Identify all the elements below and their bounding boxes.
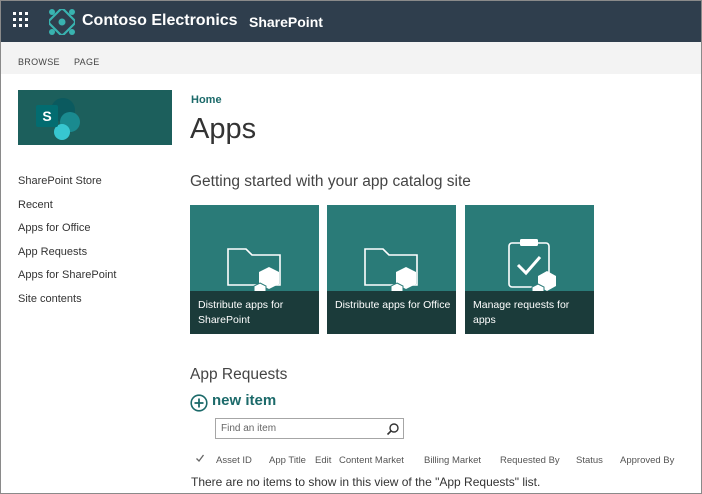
app-launcher-icon[interactable] [13, 12, 31, 30]
column-edit[interactable]: Edit [315, 455, 331, 466]
column-asset-id[interactable]: Asset ID [216, 455, 252, 466]
clipboard-check-icon [508, 239, 556, 291]
nav-item-site-contents[interactable]: Site contents [18, 293, 116, 317]
column-status[interactable]: Status [576, 455, 603, 466]
search-icon[interactable] [386, 422, 400, 436]
add-circle-icon [190, 394, 208, 412]
getting-started-heading: Getting started with your app catalog si… [190, 173, 471, 190]
suite-app-title[interactable]: SharePoint [249, 14, 323, 30]
tile-manage-requests[interactable]: Manage requests for apps [465, 205, 594, 334]
select-all-check-icon[interactable] [195, 453, 205, 463]
tile-label: Manage requests for apps [473, 299, 570, 326]
column-approved-by[interactable]: Approved By [620, 455, 674, 466]
tile-caption-band: Distribute apps for Office [327, 291, 456, 334]
app-requests-title: App Requests [190, 366, 288, 383]
nav-item-apps-for-office[interactable]: Apps for Office [18, 222, 116, 246]
folder-apps-icon [227, 248, 281, 291]
tile-distribute-sharepoint[interactable]: Distribute apps for SharePoint [190, 205, 319, 334]
breadcrumb-home[interactable]: Home [191, 94, 222, 106]
find-item-box [215, 418, 404, 439]
nav-item-apps-for-sharepoint[interactable]: Apps for SharePoint [18, 269, 116, 293]
column-requested-by[interactable]: Requested By [500, 455, 560, 466]
tile-caption-band: Distribute apps for SharePoint [190, 291, 319, 334]
tile-distribute-office[interactable]: Distribute apps for Office [327, 205, 456, 334]
page-title: Apps [190, 113, 257, 145]
nav-item-recent[interactable]: Recent [18, 199, 116, 223]
suite-bar: Contoso Electronics SharePoint [1, 1, 701, 42]
brand-name[interactable]: Contoso Electronics [82, 12, 238, 30]
nav-item-app-requests[interactable]: App Requests [18, 246, 116, 270]
brand-logo-icon [49, 9, 75, 35]
column-billing-market[interactable]: Billing Market [424, 455, 481, 466]
ribbon-tab-browse[interactable]: BROWSE [18, 57, 60, 67]
tile-label: Distribute apps for Office [335, 299, 451, 311]
new-item-label: new item [212, 392, 277, 409]
ribbon-tab-page[interactable]: PAGE [74, 57, 100, 67]
column-content-market[interactable]: Content Market [339, 455, 404, 466]
sharepoint-logo-icon: S [36, 98, 80, 140]
column-app-title[interactable]: App Title [269, 455, 306, 466]
site-logo[interactable]: S [18, 90, 172, 145]
svg-text:S: S [42, 108, 51, 124]
find-item-input[interactable] [221, 421, 381, 436]
ribbon: BROWSE PAGE [1, 42, 701, 74]
nav-item-sharepoint-store[interactable]: SharePoint Store [18, 175, 116, 199]
left-navigation: SharePoint Store Recent Apps for Office … [18, 175, 116, 317]
empty-list-message: There are no items to show in this view … [191, 475, 541, 489]
folder-apps-icon [364, 248, 418, 291]
tile-label: Distribute apps for SharePoint [198, 299, 284, 326]
tile-caption-band: Manage requests for apps [465, 291, 594, 334]
